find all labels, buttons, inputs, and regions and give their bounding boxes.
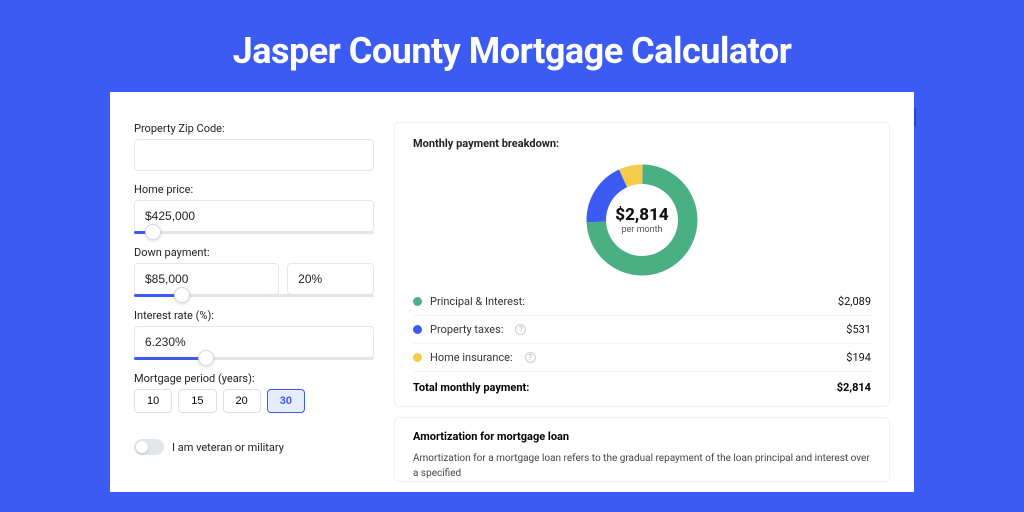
amortization-box: Amortization for mortgage loan Amortizat…: [394, 417, 890, 482]
total-label: Total monthly payment:: [413, 381, 529, 394]
period-btn-10[interactable]: 10: [134, 389, 172, 413]
amortization-text: Amortization for a mortgage loan refers …: [413, 451, 871, 481]
rate-field: Interest rate (%):: [134, 309, 374, 360]
legend-label: Principal & Interest:: [430, 295, 525, 308]
period-btn-20[interactable]: 20: [223, 389, 261, 413]
legend-value: $531: [846, 323, 871, 336]
legend-dot: [413, 297, 422, 306]
period-label: Mortgage period (years):: [134, 372, 374, 385]
down-slider-thumb[interactable]: [174, 287, 190, 303]
calculator-card: Property Zip Code: Home price: Down paym…: [110, 92, 914, 492]
rate-input[interactable]: [134, 326, 374, 358]
form-column: Property Zip Code: Home price: Down paym…: [134, 122, 374, 492]
period-btn-15[interactable]: 15: [178, 389, 216, 413]
legend-dot: [413, 325, 422, 334]
price-label: Home price:: [134, 183, 374, 196]
price-input[interactable]: [134, 200, 374, 232]
legend-row: Property taxes:? $531: [413, 315, 871, 343]
zip-field: Property Zip Code:: [134, 122, 374, 171]
total-value: $2,814: [837, 381, 871, 394]
rate-slider-thumb[interactable]: [198, 350, 214, 366]
legend-label: Home insurance:: [430, 351, 513, 364]
breakdown-title: Monthly payment breakdown:: [413, 137, 871, 150]
legend-row: Principal & Interest: $2,089: [413, 288, 871, 315]
rate-label: Interest rate (%):: [134, 309, 374, 322]
down-percent-input[interactable]: [287, 263, 374, 295]
breakdown-box: Monthly payment breakdown: $2,814 per mo…: [394, 122, 890, 407]
legend-list: Principal & Interest: $2,089 Property taxe…: [413, 288, 871, 371]
down-slider[interactable]: [134, 294, 374, 297]
donut-sub: per month: [621, 225, 662, 235]
veteran-toggle[interactable]: [134, 439, 164, 455]
legend-row: Home insurance:? $194: [413, 343, 871, 371]
down-label: Down payment:: [134, 246, 374, 259]
veteran-row: I am veteran or military: [134, 439, 374, 455]
info-icon[interactable]: ?: [515, 324, 526, 335]
zip-input[interactable]: [134, 139, 374, 171]
period-row: 1015 2030: [134, 389, 374, 413]
page-title: Jasper County Mortgage Calculator: [0, 0, 1024, 92]
down-field: Down payment:: [134, 246, 374, 297]
donut-amount: $2,814: [615, 205, 668, 225]
veteran-label: I am veteran or military: [172, 441, 284, 454]
price-field: Home price:: [134, 183, 374, 234]
period-btn-30[interactable]: 30: [267, 389, 305, 413]
zip-label: Property Zip Code:: [134, 122, 374, 135]
legend-label: Property taxes:: [430, 323, 503, 336]
breakdown-column: Monthly payment breakdown: $2,814 per mo…: [394, 122, 890, 492]
amortization-title: Amortization for mortgage loan: [413, 430, 871, 443]
down-amount-input[interactable]: [134, 263, 279, 295]
legend-value: $2,089: [838, 295, 871, 308]
legend-value: $194: [846, 351, 871, 364]
donut-chart: $2,814 per month: [582, 160, 702, 280]
price-slider-thumb[interactable]: [145, 224, 161, 240]
donut-wrap: $2,814 per month: [413, 156, 871, 288]
info-icon[interactable]: ?: [525, 352, 536, 363]
total-row: Total monthly payment: $2,814: [413, 371, 871, 396]
legend-dot: [413, 353, 422, 362]
price-slider[interactable]: [134, 231, 374, 234]
period-field: Mortgage period (years): 1015 2030: [134, 372, 374, 413]
donut-center: $2,814 per month: [606, 184, 678, 256]
rate-slider[interactable]: [134, 357, 374, 360]
